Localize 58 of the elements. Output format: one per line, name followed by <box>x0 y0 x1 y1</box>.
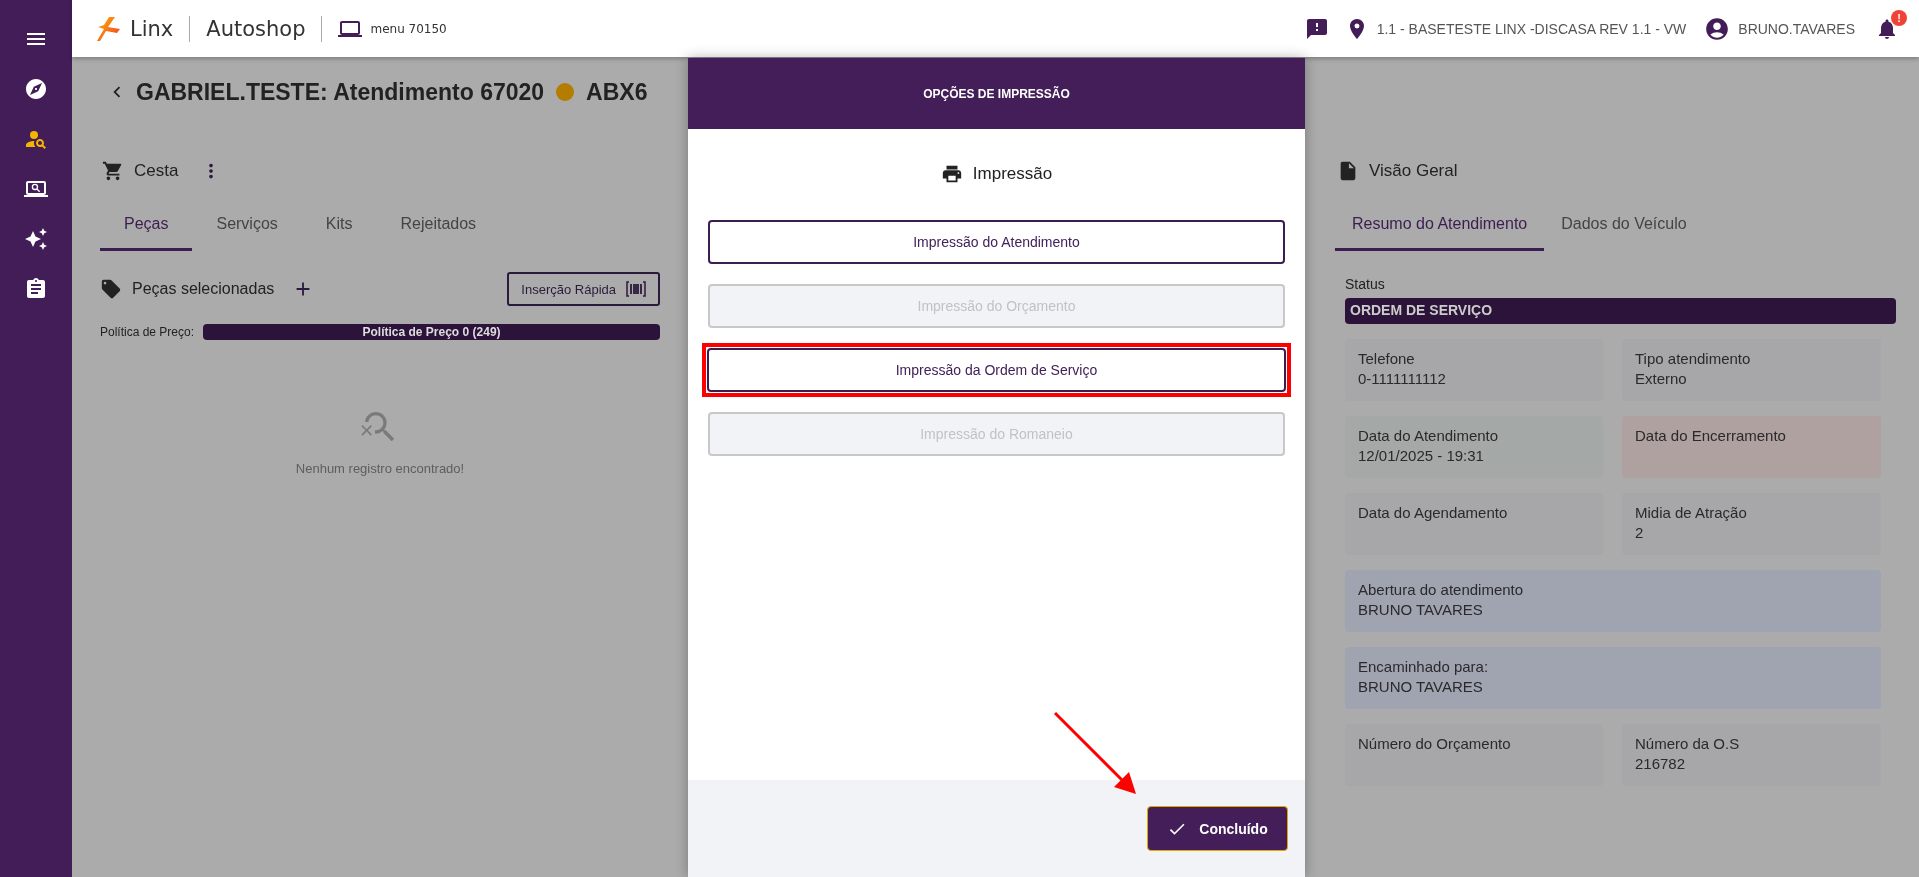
tab[interactable]: Resumo do Atendimento <box>1335 195 1545 251</box>
print-option-button[interactable]: Impressão do Atendimento <box>708 220 1285 264</box>
card-value: 216782 <box>1635 754 1687 774</box>
compass-icon <box>24 77 48 101</box>
status-label: Status <box>1345 276 1386 292</box>
brand-name: Linx <box>130 16 174 41</box>
sparkle-icon <box>24 227 48 251</box>
user-name: BRUNO.TAVARES <box>1738 20 1855 37</box>
product-name: Autoshop <box>206 16 306 41</box>
card-label: Midia de Atração <box>1635 503 1748 523</box>
tab[interactable]: Kits <box>301 195 377 251</box>
dialog-heading: Impressão <box>972 164 1053 184</box>
notification-badge: ! <box>1891 9 1907 26</box>
feedback-icon[interactable] <box>1304 16 1329 41</box>
card-label: Data do Atendimento <box>1358 426 1500 446</box>
card-value: 2 <box>1635 523 1645 543</box>
price-policy-bar[interactable]: Política de Preço 0 (249) <box>203 324 660 340</box>
card-label: Encaminhado para: <box>1358 657 1490 677</box>
menu-code: menu 70150 <box>370 21 447 36</box>
logo-icon <box>95 15 122 42</box>
tab[interactable]: Dados do Veículo <box>1544 195 1704 251</box>
cart-icon <box>102 160 124 182</box>
tab[interactable]: Serviços <box>192 195 302 251</box>
clipboard-icon <box>24 277 48 301</box>
price-policy-label: Política de Preço: <box>100 325 195 339</box>
tab[interactable]: Rejeitados <box>376 195 501 251</box>
empty-message: Nenhum registro encontrado! <box>295 461 465 476</box>
section-title: Peças selecionadas <box>132 280 275 298</box>
dialog-title: OPÇÕES DE IMPRESSÃO <box>923 86 1070 101</box>
printer-icon <box>940 163 963 185</box>
tag-icon <box>100 278 122 300</box>
card-value: BRUNO TAVARES <box>1358 600 1484 620</box>
confirm-button[interactable]: Concluído <box>1147 806 1288 851</box>
sparkle-button[interactable] <box>23 226 49 252</box>
card-value: Externo <box>1635 369 1688 389</box>
panel-title: Cesta <box>134 161 179 181</box>
card-label: Data do Agendamento <box>1358 503 1509 523</box>
status-bar: ORDEM DE SERVIÇO <box>1345 298 1896 324</box>
barcode-icon <box>626 281 646 297</box>
account-icon[interactable] <box>1704 15 1731 42</box>
quick-insert-button[interactable]: Inserção Rápida <box>507 272 660 306</box>
card-label: Número do Orçamento <box>1358 734 1512 754</box>
panel-title: Visão Geral <box>1369 161 1458 181</box>
print-option-button[interactable]: Impressão da Ordem de Serviço <box>707 348 1286 392</box>
card-label: Número da O.S <box>1635 734 1741 754</box>
card-label: Abertura do atendimento <box>1358 580 1525 600</box>
page-title: GABRIEL.TESTE: Atendimento 67020 <box>136 78 545 106</box>
card-value: BRUNO TAVARES <box>1358 677 1484 697</box>
plate-text: ABX6 <box>586 78 648 106</box>
compass-button[interactable] <box>23 76 49 102</box>
card-value: 12/01/2025 - 19:31 <box>1358 446 1485 466</box>
location-text: 1.1 - BASETESTE LINX -DISCASA REV 1.1 - VW <box>1376 20 1687 37</box>
card-label: Telefone <box>1358 349 1416 369</box>
status-dot <box>556 83 575 101</box>
card-label: Data do Encerramento <box>1635 426 1787 446</box>
card-label: Tipo atendimento <box>1635 349 1752 369</box>
tab[interactable]: Peças <box>100 195 193 251</box>
card-value: 0-1111111112 <box>1358 369 1447 389</box>
